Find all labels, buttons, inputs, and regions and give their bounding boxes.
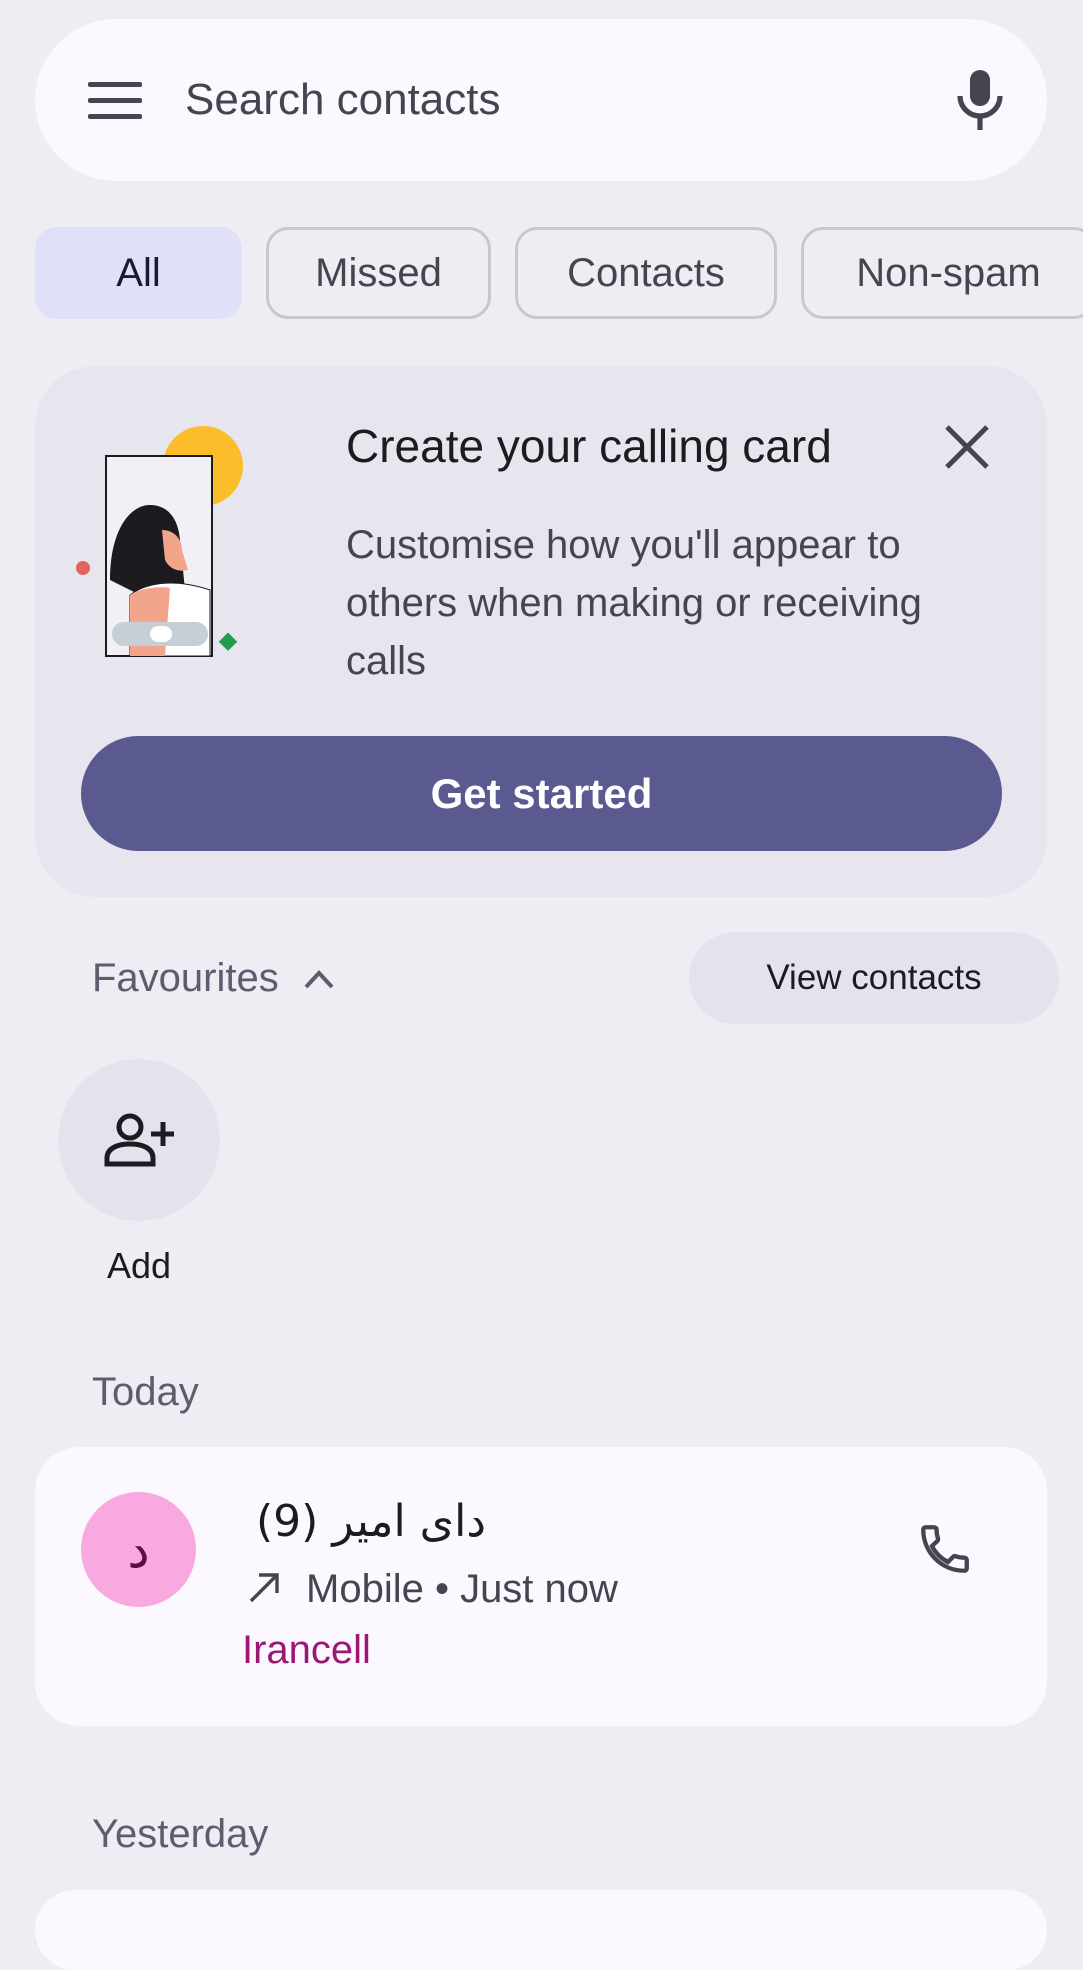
call-log-item[interactable] <box>35 1890 1047 1970</box>
filter-chip-non-spam[interactable]: Non-spam <box>801 227 1083 319</box>
microphone-icon[interactable] <box>952 68 1008 132</box>
avatar[interactable]: د <box>81 1492 196 1607</box>
chevron-up-icon[interactable] <box>302 965 336 993</box>
carrier-label: Irancell <box>242 1628 371 1672</box>
view-contacts-button[interactable]: View contacts <box>689 932 1059 1024</box>
caller-name: دای امیر (9) <box>242 1496 486 1548</box>
calling-card-illustration <box>76 426 243 657</box>
call-count: (9) <box>256 1496 319 1547</box>
menu-icon[interactable] <box>88 82 142 120</box>
section-yesterday: Yesterday <box>92 1812 269 1856</box>
calling-card-title: Create your calling card <box>346 420 832 472</box>
close-icon[interactable] <box>942 422 992 472</box>
call-meta: Mobile • Just now <box>306 1567 618 1611</box>
get-started-button[interactable]: Get started <box>81 736 1002 851</box>
add-person-icon <box>104 1113 174 1167</box>
filter-chip-contacts[interactable]: Contacts <box>515 227 777 319</box>
caller-name-text: دای امیر <box>332 1496 486 1547</box>
filter-chip-missed[interactable]: Missed <box>266 227 491 319</box>
favourites-label[interactable]: Favourites <box>92 954 279 1002</box>
filter-chip-all[interactable]: All <box>35 227 242 319</box>
calling-card-description: Customise how you'll appear to others wh… <box>346 523 922 683</box>
search-input[interactable]: Search contacts <box>185 74 501 126</box>
outgoing-arrow-icon <box>249 1573 279 1603</box>
section-today: Today <box>92 1370 199 1414</box>
add-favourite-label: Add <box>107 1245 172 1286</box>
phone-icon[interactable] <box>916 1520 974 1578</box>
